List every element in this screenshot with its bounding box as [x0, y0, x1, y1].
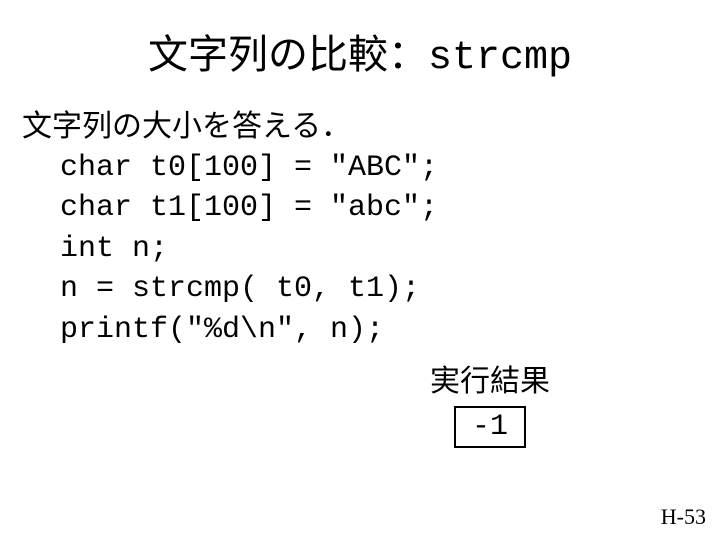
code-block: char t0[100] = "ABC"; char t1[100] = "ab… — [22, 148, 700, 351]
title-text-fn: strcmp — [428, 36, 572, 81]
code-line: char t0[100] = "ABC"; — [60, 151, 438, 185]
title-text-jp: 文字列の比較： — [148, 33, 428, 77]
slide-title: 文字列の比較：strcmp — [0, 0, 720, 81]
result-value: -1 — [472, 410, 508, 444]
result-value-box: -1 — [454, 406, 526, 448]
result-label: 実行結果 — [430, 356, 550, 400]
code-line: n = strcmp( t0, t1); — [60, 272, 420, 306]
slide-body: 文字列の大小を答える． char t0[100] = "ABC"; char t… — [0, 81, 720, 350]
intro-text: 文字列の大小を答える． — [22, 107, 700, 148]
result-block: 実行結果 -1 — [430, 356, 550, 448]
code-line: printf("%d\n", n); — [60, 313, 384, 347]
page-number: H-53 — [661, 504, 706, 530]
slide: 文字列の比較：strcmp 文字列の大小を答える． char t0[100] =… — [0, 0, 720, 540]
code-line: char t1[100] = "abc"; — [60, 191, 438, 225]
code-line: int n; — [60, 232, 168, 266]
